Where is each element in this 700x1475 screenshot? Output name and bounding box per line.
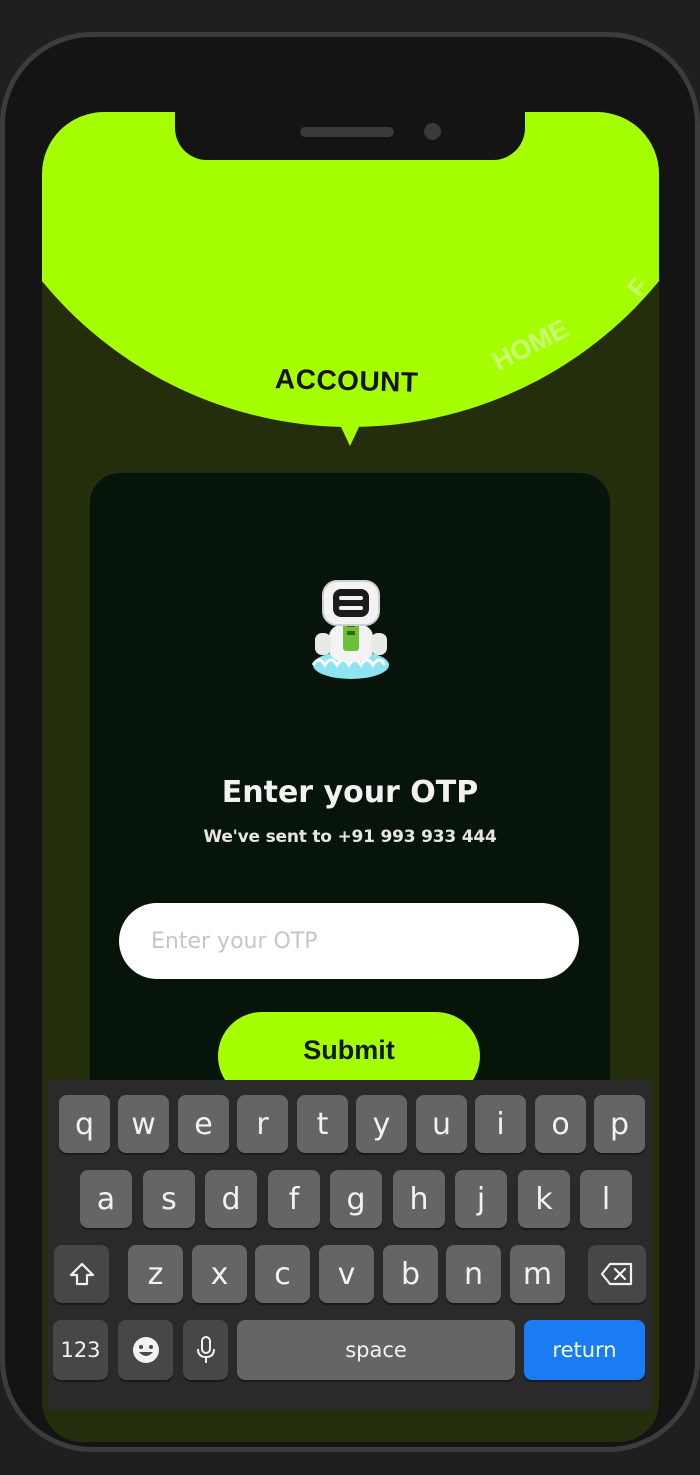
key-l[interactable]: l [580,1170,632,1228]
delete-key[interactable] [588,1245,646,1303]
key-b[interactable]: b [383,1245,438,1303]
robot-illustration [311,580,389,679]
speaker-grille [300,127,394,137]
front-camera [424,123,441,140]
key-z[interactable]: z [128,1245,183,1303]
key-f[interactable]: f [268,1170,320,1228]
shift-key[interactable] [54,1245,109,1303]
delete-icon [600,1262,633,1286]
key-r[interactable]: r [237,1095,288,1153]
key-k[interactable]: k [518,1170,570,1228]
emoji-key[interactable] [118,1320,173,1380]
phone-notch [175,112,525,160]
dictation-key[interactable] [183,1320,228,1380]
key-x[interactable]: x [192,1245,247,1303]
otp-sent-message: We've sent to +91 993 933 444 [203,827,497,847]
key-o[interactable]: o [535,1095,586,1153]
onscreen-keyboard: q w e r t y u i o p a s d f g h j k l z … [48,1080,652,1410]
emoji-icon [132,1337,159,1363]
key-j[interactable]: j [455,1170,507,1228]
key-v[interactable]: v [319,1245,374,1303]
key-c[interactable]: c [255,1245,310,1303]
key-y[interactable]: y [356,1095,407,1153]
key-g[interactable]: g [330,1170,382,1228]
key-d[interactable]: d [205,1170,257,1228]
key-u[interactable]: u [416,1095,467,1153]
numbers-key[interactable]: 123 [53,1320,108,1380]
key-q[interactable]: q [59,1095,110,1153]
phone-screen: ACCOUNT HOME F Enter your OTP We've sent… [42,112,659,1442]
shift-icon [69,1262,94,1286]
key-a[interactable]: a [80,1170,132,1228]
key-m[interactable]: m [510,1245,565,1303]
space-key[interactable]: space [237,1320,515,1380]
key-t[interactable]: t [297,1095,348,1153]
phone-frame: ACCOUNT HOME F Enter your OTP We've sent… [0,32,700,1452]
key-n[interactable]: n [446,1245,501,1303]
key-s[interactable]: s [143,1170,195,1228]
key-e[interactable]: e [178,1095,229,1153]
key-w[interactable]: w [118,1095,169,1153]
tab-account[interactable]: ACCOUNT [275,363,419,399]
active-tab-pointer [334,412,366,446]
return-key[interactable]: return [524,1320,645,1380]
key-i[interactable]: i [475,1095,526,1153]
otp-title: Enter your OTP [221,775,479,810]
key-h[interactable]: h [393,1170,445,1228]
microphone-icon [196,1336,215,1363]
otp-input[interactable] [119,903,579,979]
key-p[interactable]: p [594,1095,645,1153]
